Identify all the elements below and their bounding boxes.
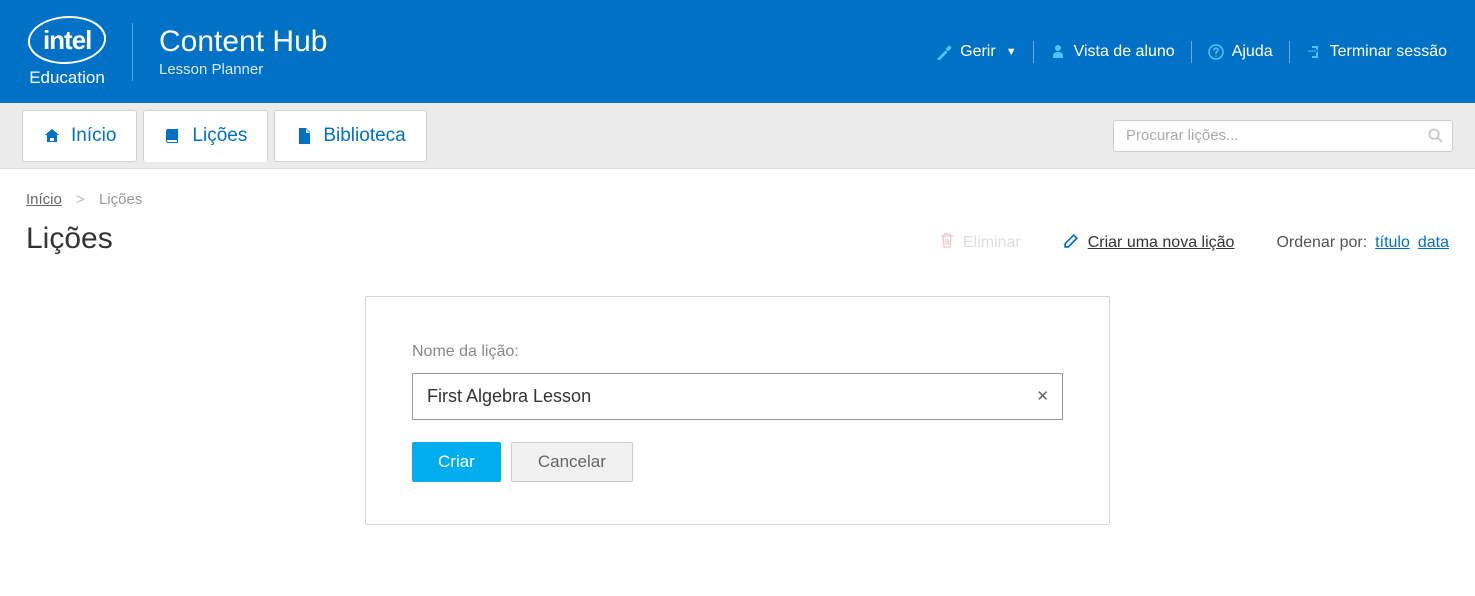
intel-education-logo[interactable]: intel Education [28, 16, 106, 88]
create-lesson-action[interactable]: Criar uma nova lição [1063, 232, 1235, 254]
breadcrumb-current: Lições [99, 191, 142, 208]
help-link[interactable]: Ajuda [1208, 43, 1273, 61]
intel-logo-text: intel [43, 24, 91, 55]
app-header: intel Education Content Hub Lesson Plann… [0, 0, 1475, 103]
app-title: Content Hub [159, 25, 327, 59]
search-input[interactable] [1113, 120, 1453, 152]
lesson-name-label: Nome da lição: [412, 343, 1063, 361]
tab-library[interactable]: Biblioteca [274, 110, 426, 162]
file-icon [295, 127, 313, 145]
create-label: Criar uma nova lição [1088, 234, 1235, 252]
trash-icon [939, 232, 955, 253]
page-content: Início > Lições Lições Eliminar Criar um… [0, 169, 1475, 547]
manage-menu[interactable]: Gerir ▼ [936, 43, 1016, 61]
tab-lessons-label: Lições [192, 125, 247, 147]
chevron-down-icon: ▼ [1006, 46, 1017, 58]
create-lesson-dialog: Nome da lição: ✕ Criar Cancelar [365, 296, 1110, 525]
nav-bar: Início Lições Biblioteca [0, 103, 1475, 169]
tab-home[interactable]: Início [22, 110, 137, 162]
sort-label: Ordenar por: [1276, 234, 1367, 252]
delete-label: Eliminar [963, 234, 1021, 252]
sort-by-title[interactable]: título [1375, 234, 1410, 252]
help-label: Ajuda [1232, 43, 1273, 61]
page-header: Lições Eliminar Criar uma nova lição Ord… [26, 222, 1449, 256]
page-title: Lições [26, 222, 113, 256]
person-icon [1050, 44, 1066, 60]
edit-icon [1063, 232, 1080, 254]
lesson-name-input[interactable] [412, 373, 1063, 420]
create-button[interactable]: Criar [412, 442, 501, 482]
sort-by-date[interactable]: data [1418, 234, 1449, 252]
dialog-buttons: Criar Cancelar [412, 442, 1063, 482]
logout-label: Terminar sessão [1330, 43, 1447, 61]
search-icon[interactable] [1428, 128, 1443, 148]
header-divider [132, 23, 133, 81]
book-icon [164, 127, 182, 145]
tab-lessons[interactable]: Lições [143, 110, 268, 162]
cancel-button[interactable]: Cancelar [511, 442, 633, 482]
header-separator [1289, 41, 1290, 63]
logout-icon [1306, 44, 1322, 60]
app-title-block: Content Hub Lesson Planner [159, 25, 327, 78]
help-icon [1208, 44, 1224, 60]
clear-input-icon[interactable]: ✕ [1036, 387, 1049, 405]
breadcrumb-home[interactable]: Início [26, 191, 62, 208]
breadcrumb: Início > Lições [26, 191, 1449, 208]
header-separator [1033, 41, 1034, 63]
home-icon [43, 127, 61, 145]
student-view-label: Vista de aluno [1074, 43, 1175, 61]
delete-action: Eliminar [939, 232, 1021, 253]
logout-link[interactable]: Terminar sessão [1306, 43, 1447, 61]
logo-area: intel Education Content Hub Lesson Plann… [28, 0, 327, 103]
tab-library-label: Biblioteca [323, 125, 405, 147]
page-actions: Eliminar Criar uma nova lição Ordenar po… [939, 232, 1449, 254]
header-nav: Gerir ▼ Vista de aluno Ajuda Terminar se… [936, 41, 1447, 63]
search-box [1113, 120, 1453, 152]
header-separator [1191, 41, 1192, 63]
lesson-name-field-wrap: ✕ [412, 373, 1063, 420]
breadcrumb-separator: > [76, 191, 85, 208]
app-subtitle: Lesson Planner [159, 61, 327, 78]
tab-home-label: Início [71, 125, 116, 147]
nav-tabs: Início Lições Biblioteca [22, 110, 427, 162]
sort-controls: Ordenar por: título data [1276, 234, 1449, 252]
wrench-icon [936, 44, 952, 60]
manage-label: Gerir [960, 43, 996, 61]
student-view-link[interactable]: Vista de aluno [1050, 43, 1175, 61]
education-label: Education [29, 68, 105, 88]
